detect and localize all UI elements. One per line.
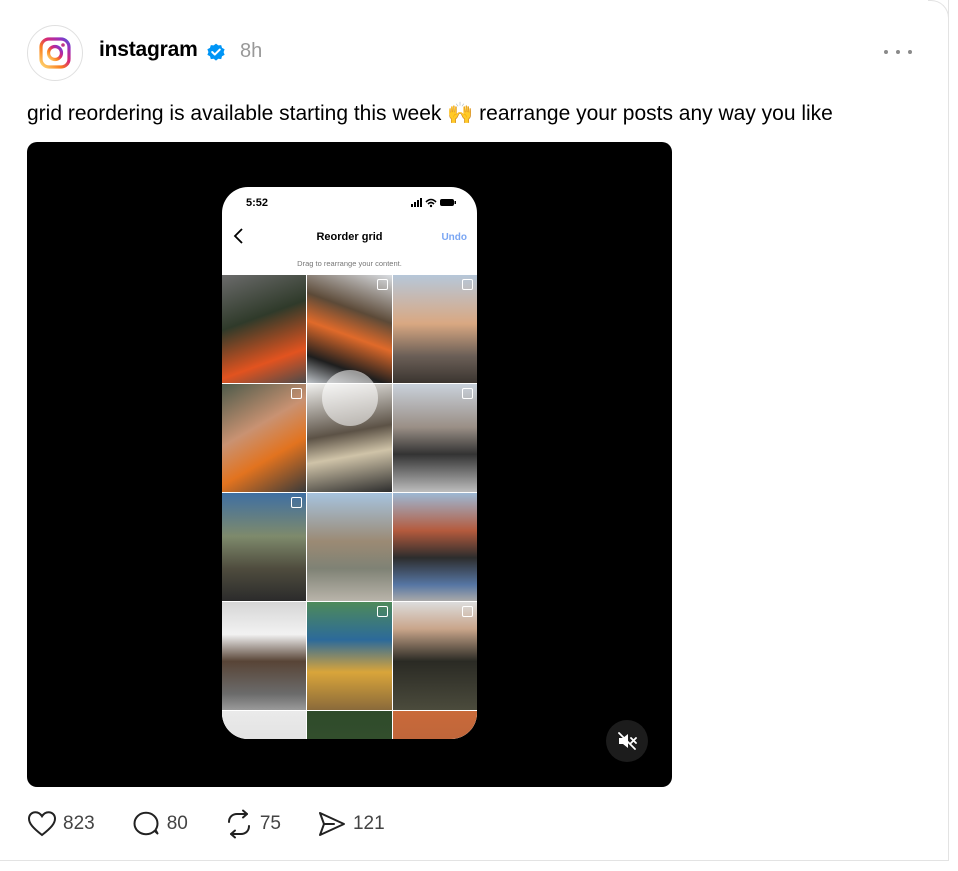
status-bar: 5:52 (222, 187, 477, 217)
undo-button[interactable]: Undo (441, 232, 467, 243)
share-icon (318, 812, 345, 836)
grid-tile[interactable] (307, 711, 392, 739)
grid-tile[interactable] (392, 493, 477, 601)
repost-icon (227, 809, 250, 839)
video-player[interactable]: 5:52 Reorder grid Undo Drag to rearrange… (27, 142, 672, 787)
system-status-icon (411, 198, 456, 208)
repost-button[interactable]: 75 (224, 809, 281, 839)
post-time: 8h (240, 40, 263, 62)
grid-tile[interactable] (392, 275, 477, 383)
grid-tile[interactable] (222, 711, 307, 739)
grid-tile[interactable] (222, 384, 307, 492)
avatar[interactable] (27, 25, 83, 81)
grid-tile[interactable] (222, 275, 307, 383)
heart-icon (27, 811, 57, 837)
mute-button[interactable] (606, 720, 648, 762)
username[interactable]: instagram (99, 38, 198, 62)
instagram-logo-icon (39, 37, 71, 69)
verified-icon (207, 43, 225, 61)
reply-count: 80 (166, 813, 188, 834)
like-count: 823 (63, 813, 95, 834)
grid-tile[interactable] (392, 711, 477, 739)
drag-indicator (322, 370, 378, 426)
more-icon[interactable] (884, 44, 912, 60)
share-button[interactable]: 121 (317, 810, 385, 838)
grid-tile[interactable] (222, 602, 307, 710)
mute-icon (618, 732, 637, 750)
repost-count: 75 (259, 813, 281, 834)
post-caption: grid reordering is available starting th… (27, 102, 833, 125)
like-button[interactable]: 823 (27, 810, 95, 838)
phone-mockup: 5:52 Reorder grid Undo Drag to rearrange… (222, 187, 477, 739)
reorder-nav: Reorder grid Undo (222, 225, 477, 251)
grid-tile[interactable] (392, 384, 477, 492)
reply-button[interactable]: 80 (131, 809, 188, 839)
photo-grid (222, 275, 477, 739)
grid-tile[interactable] (307, 602, 392, 710)
grid-tile[interactable] (222, 493, 307, 601)
grid-tile[interactable] (307, 275, 392, 383)
grid-tile[interactable] (392, 602, 477, 710)
comment-icon (133, 811, 159, 836)
post-actions: 823 80 75 121 (27, 808, 421, 840)
share-count: 121 (352, 813, 385, 834)
status-clock: 5:52 (246, 197, 269, 209)
grid-tile[interactable] (307, 493, 392, 601)
reorder-title: Reorder grid (316, 231, 383, 243)
reorder-hint: Drag to rearrange your content. (297, 259, 402, 268)
